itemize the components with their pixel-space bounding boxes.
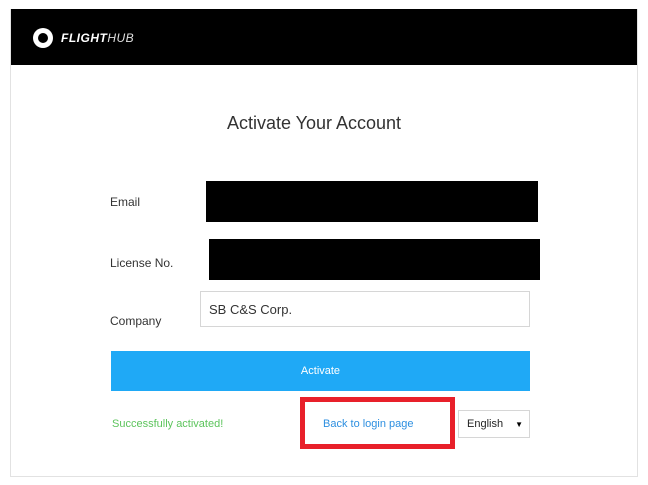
license-field-redacted[interactable] xyxy=(209,239,540,280)
caret-down-icon: ▼ xyxy=(515,419,523,429)
activate-button[interactable]: Activate xyxy=(111,351,530,391)
top-bar: FLIGHTHUB xyxy=(11,9,637,65)
flighthub-logo-icon xyxy=(33,28,53,48)
success-message: Successfully activated! xyxy=(112,418,224,430)
logo-text: FLIGHTHUB xyxy=(61,31,134,45)
logo-light: HUB xyxy=(107,31,135,45)
company-input[interactable] xyxy=(200,291,530,327)
language-select[interactable]: English ▼ xyxy=(458,410,530,438)
email-field-redacted[interactable] xyxy=(206,181,538,222)
company-label: Company xyxy=(110,314,162,328)
logo-bold: FLIGHT xyxy=(61,31,108,45)
flighthub-logo[interactable]: FLIGHTHUB xyxy=(33,27,134,49)
back-to-login-link[interactable]: Back to login page xyxy=(323,418,414,430)
page-title: Activate Your Account xyxy=(226,113,402,133)
language-selected-value: English xyxy=(467,418,504,430)
license-label: License No. xyxy=(110,256,174,270)
email-label: Email xyxy=(110,195,141,209)
